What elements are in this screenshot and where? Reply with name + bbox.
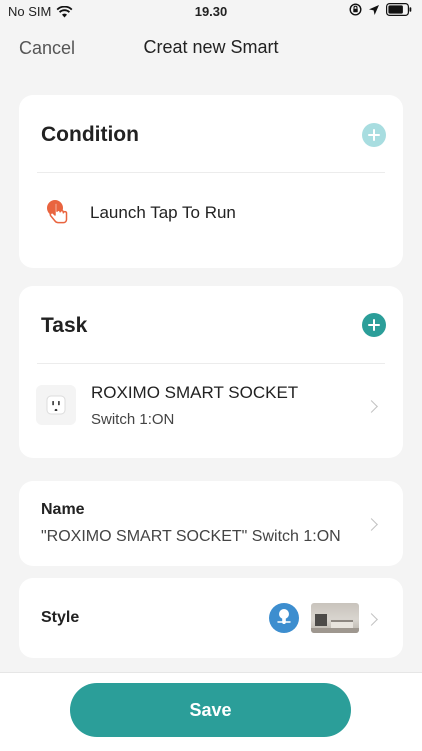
page-title: Creat new Smart [143, 37, 279, 57]
chevron-right-icon [365, 518, 378, 531]
task-card: Task ROXIMO SMART SOCKET Switch 1:ON [19, 286, 403, 458]
tap-hand-icon [47, 200, 68, 224]
task-device-name: ROXIMO SMART SOCKET [91, 383, 299, 402]
style-row[interactable]: Style [19, 578, 403, 658]
add-task-button[interactable] [362, 313, 386, 337]
plus-icon [368, 319, 380, 331]
style-label: Style [41, 609, 80, 626]
name-value: "ROXIMO SMART SOCKET" Switch 1:ON [41, 528, 341, 545]
orientation-lock-icon [349, 3, 362, 16]
nav-bar: Cancel Creat new Smart [0, 26, 422, 70]
name-row[interactable]: Name "ROXIMO SMART SOCKET" Switch 1:ON [19, 481, 403, 566]
condition-card: Condition Launch Tap To Run [19, 95, 403, 268]
chevron-right-icon [365, 400, 378, 413]
location-arrow-icon [369, 4, 379, 15]
status-bar: No SIM 19.30 [0, 0, 422, 26]
task-title: Task [41, 314, 88, 337]
plus-icon [368, 129, 380, 141]
chevron-right-icon [365, 613, 378, 626]
smart-socket-icon [36, 385, 76, 425]
save-button[interactable]: Save [70, 683, 351, 737]
add-condition-button[interactable] [362, 123, 386, 147]
condition-item[interactable]: Launch Tap To Run [19, 173, 403, 253]
bottom-bar: Save [0, 672, 422, 751]
status-right [349, 3, 412, 16]
name-label: Name [41, 501, 85, 518]
condition-title: Condition [41, 123, 139, 146]
battery-icon [386, 3, 412, 16]
task-item[interactable]: ROXIMO SMART SOCKET Switch 1:ON [19, 364, 403, 448]
condition-item-label: Launch Tap To Run [90, 203, 236, 222]
touch-icon [269, 603, 299, 633]
task-action: Switch 1:ON [91, 411, 175, 428]
room-background-thumbnail [311, 603, 359, 633]
